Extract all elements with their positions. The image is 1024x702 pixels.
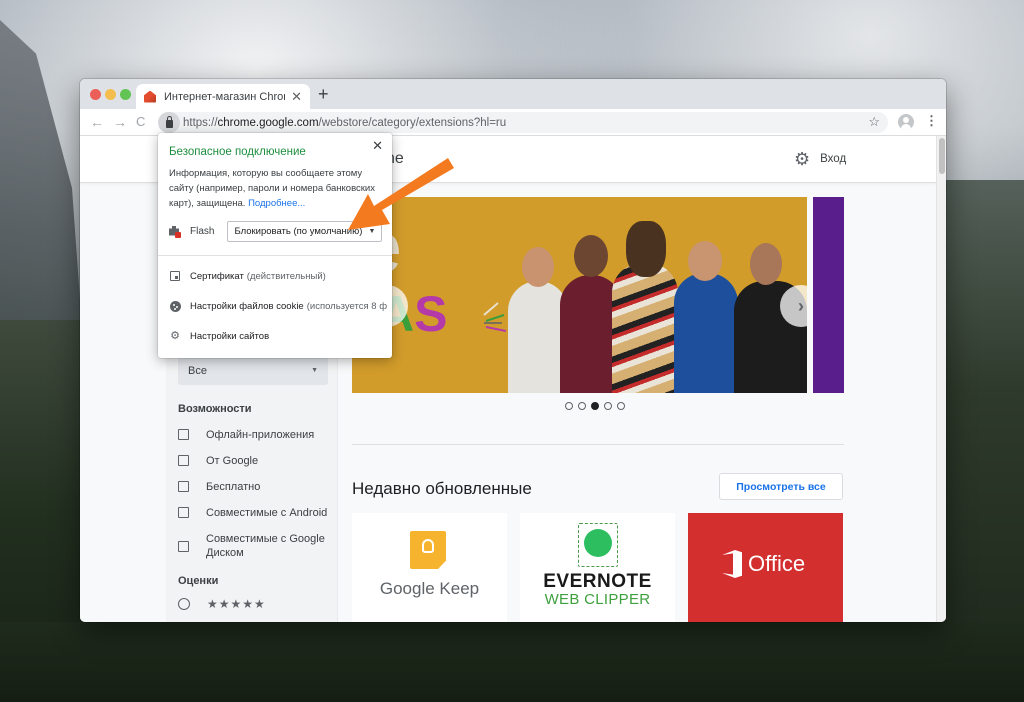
recently-updated-title: Недавно обновленные — [352, 479, 532, 498]
radio-button[interactable] — [178, 598, 190, 610]
extension-name: EVERNOTE — [543, 571, 652, 592]
connection-status-title: Безопасное подключение — [169, 146, 306, 158]
header-actions: ⚙ Вход — [794, 150, 846, 168]
extension-card-google-keep[interactable]: Google Keep — [352, 513, 507, 622]
carousel-dot-3[interactable] — [591, 402, 599, 410]
learn-more-link[interactable]: Подробнее... — [248, 198, 305, 209]
rating-option-5-stars[interactable]: ★★★★★ — [178, 597, 266, 611]
section-divider — [352, 444, 844, 445]
office-logo: Office — [722, 550, 805, 578]
feature-label: От Google — [206, 455, 259, 467]
extension-card-evernote[interactable]: EVERNOTE WEB CLIPPER — [520, 513, 675, 622]
features-heading: Возможности — [178, 403, 252, 415]
checkbox[interactable] — [178, 429, 189, 440]
next-banner-peek[interactable] — [813, 197, 844, 393]
annotation-arrow-icon — [348, 158, 454, 230]
certificate-icon — [169, 270, 181, 282]
feature-checkbox-free[interactable]: Бесплатно — [178, 480, 328, 494]
carousel-dot-2[interactable] — [578, 402, 586, 410]
settings-gear-icon[interactable]: ⚙ — [794, 150, 810, 168]
extension-subtitle: WEB CLIPPER — [544, 591, 651, 608]
banner-sparks-icon — [483, 302, 507, 332]
carousel-dot-1[interactable] — [565, 402, 573, 410]
webstore-favicon-icon — [144, 90, 156, 103]
carousel-pagination — [565, 402, 630, 410]
feature-checkbox-by-google[interactable]: От Google — [178, 454, 328, 468]
url-path: /webstore/category/extensions?hl=ru — [318, 116, 507, 129]
five-stars-icon: ★★★★★ — [207, 597, 266, 611]
forward-button[interactable]: → — [113, 113, 127, 131]
banner-people-photo — [508, 197, 807, 393]
plugin-blocked-icon — [169, 225, 181, 238]
feature-checkbox-google-drive[interactable]: Совместимые с Google Диском — [178, 532, 328, 560]
feature-label: Офлайн-приложения — [206, 429, 315, 441]
back-button[interactable]: ← — [90, 113, 104, 131]
chevron-down-icon: ▼ — [311, 367, 318, 374]
cookie-icon — [169, 300, 181, 312]
feature-label: Совместимые с Android — [206, 507, 328, 519]
carousel-dot-4[interactable] — [604, 402, 612, 410]
checkbox[interactable] — [178, 481, 189, 492]
category-filter-value: Все — [188, 364, 207, 377]
lightbulb-icon — [422, 539, 434, 553]
tab-title: Интернет-магазин Chrome - I — [164, 90, 285, 103]
feature-label: Совместимые с Google Диском — [206, 533, 325, 559]
close-window-button[interactable] — [90, 89, 101, 100]
tab-strip: Интернет-магазин Chrome - I ✕ + — [80, 79, 946, 109]
feature-checkbox-offline[interactable]: Офлайн-приложения — [178, 428, 328, 442]
background-forest — [0, 622, 1024, 702]
url-scheme: https:// — [183, 116, 218, 129]
profile-avatar-icon[interactable] — [898, 114, 914, 130]
gear-icon: ⚙ — [170, 330, 180, 342]
lock-icon — [165, 115, 173, 128]
extension-card-office[interactable]: Office — [688, 513, 843, 622]
address-bar[interactable]: https:// chrome.google.com /webstore/cat… — [158, 112, 888, 133]
url-host: chrome.google.com — [217, 116, 319, 129]
maximize-window-button[interactable] — [120, 89, 131, 100]
scrollbar-thumb[interactable] — [939, 138, 945, 174]
checkbox[interactable] — [178, 507, 189, 518]
feature-checkbox-android[interactable]: Совместимые с Android — [178, 506, 328, 520]
category-filter-select[interactable]: Все ▼ — [178, 356, 328, 385]
page-scrollbar[interactable] — [936, 136, 946, 622]
minimize-window-button[interactable] — [105, 89, 116, 100]
extension-name: Google Keep — [379, 579, 480, 598]
close-tab-icon[interactable]: ✕ — [291, 89, 302, 105]
bookmark-star-icon[interactable]: ☆ — [868, 114, 880, 130]
login-link[interactable]: Вход — [820, 153, 846, 165]
browser-toolbar: ← → C https:// chrome.google.com /websto… — [80, 109, 946, 136]
feature-label: Бесплатно — [206, 481, 261, 493]
office-logo-icon — [722, 550, 742, 578]
certificate-item[interactable]: Сертификат (действительный) — [169, 270, 389, 282]
cookie-settings-item[interactable]: Настройки файлов cookie (используется 8 ф — [169, 300, 389, 312]
view-all-button[interactable]: Просмотреть все — [719, 473, 843, 500]
site-info-button[interactable] — [158, 112, 180, 133]
evernote-elephant-icon — [584, 529, 612, 557]
checkbox[interactable] — [178, 541, 189, 552]
tab-chrome-web-store[interactable]: Интернет-магазин Chrome - I ✕ — [136, 84, 310, 109]
reload-button[interactable]: C — [136, 113, 145, 131]
browser-menu-icon[interactable]: ⋮ — [925, 113, 938, 129]
extension-name: Office — [748, 551, 806, 576]
flash-label: Flash — [190, 226, 215, 237]
ratings-heading: Оценки — [178, 575, 219, 587]
site-settings-item[interactable]: ⚙ Настройки сайтов — [169, 330, 389, 342]
new-tab-button[interactable]: + — [318, 85, 329, 103]
checkbox[interactable] — [178, 455, 189, 466]
popup-divider — [158, 255, 392, 256]
carousel-dot-5[interactable] — [617, 402, 625, 410]
